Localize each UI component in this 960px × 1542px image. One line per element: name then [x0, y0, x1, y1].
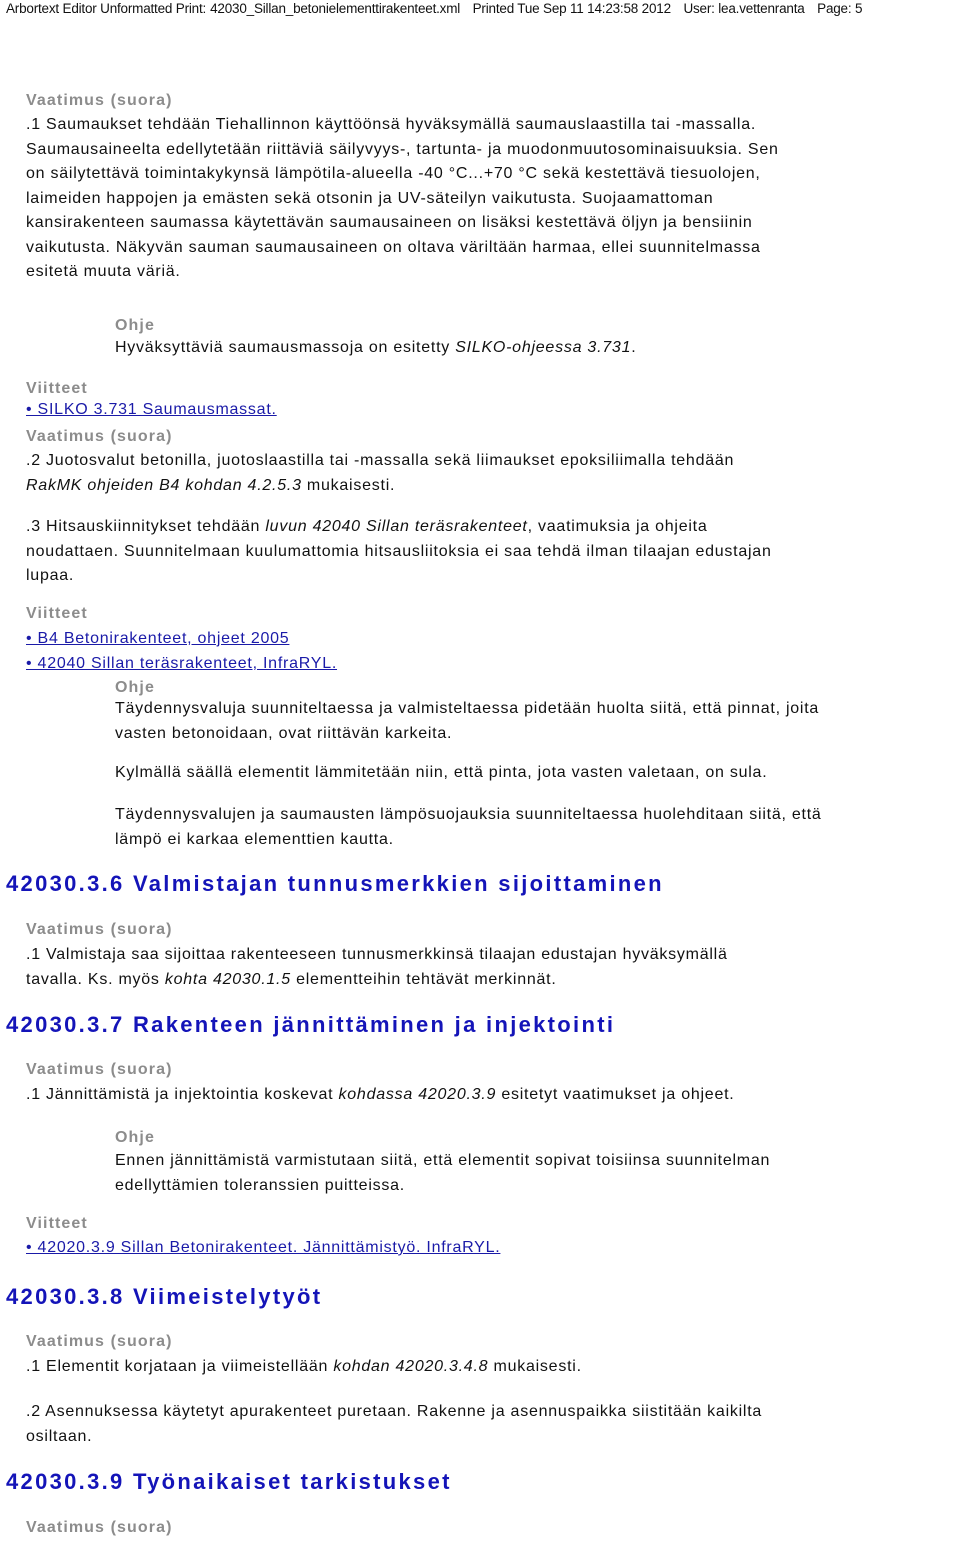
requirement-label: Vaatimus (suora)	[26, 1519, 173, 1536]
header-app: Arbortext Editor Unformatted Print:	[6, 1, 207, 16]
guidance-3-text: Täydennysvalujen ja saumausten lämpösuoj…	[115, 806, 822, 848]
requirement-text: .1 Valmistaja saa sijoittaa rakenteeseen…	[26, 946, 728, 988]
guidance-label: Ohje	[115, 679, 155, 696]
doc-reference: kohdassa 42020.3.9	[338, 1086, 497, 1103]
header-file: 42030_Sillan_betonielementtirakenteet.xm…	[210, 1, 461, 16]
requirement-1-text: .1 Saumaukset tehdään Tiehallinnon käytt…	[26, 116, 779, 280]
section-heading: 42030.3.8 Viimeistelytyöt	[6, 1284, 323, 1309]
guidance-1-text: Hyväksyttäviä saumausmassoja on esitetty…	[115, 339, 637, 356]
doc-reference: kohdan 42020.3.4.8	[333, 1358, 489, 1375]
references-label: Viitteet	[26, 605, 88, 622]
reference-link[interactable]: • B4 Betonirakenteet, ohjeet 2005	[26, 630, 289, 648]
header-page: Page: 5	[817, 1, 863, 16]
print-header: Arbortext Editor Unformatted Print: 42030…	[6, 1, 871, 16]
requirement-label: Vaatimus (suora)	[26, 921, 173, 938]
guidance-text: Ennen jännittämistä varmistutaan siitä, …	[115, 1152, 771, 1194]
section-heading: 42030.3.7 Rakenteen jännittäminen ja inj…	[6, 1012, 616, 1037]
guidance-3-text: Täydennysvaluja suunniteltaessa ja valmi…	[115, 700, 820, 742]
reference-link[interactable]: • 42040 Sillan teräsrakenteet, InfraRYL.	[26, 655, 337, 673]
references-label: Viitteet	[26, 380, 88, 397]
header-user: User: lea.vettenranta	[683, 1, 805, 16]
requirement-3-text: .3 Hitsauskiinnitykset tehdään luvun 420…	[26, 518, 772, 584]
section-heading: 42030.3.9 Työnaikaiset tarkistukset	[6, 1469, 452, 1494]
doc-reference: RakMK ohjeiden B4 kohdan 4.2.5.3	[26, 476, 302, 494]
section-heading: 42030.3.6 Valmistajan tunnusmerkkien sij…	[6, 871, 664, 896]
header-printed: Printed Tue Sep 11 14:23:58 2012	[472, 1, 671, 16]
requirement-label: Vaatimus (suora)	[26, 428, 173, 445]
references-label: Viitteet	[26, 1215, 88, 1232]
requirement-label: Vaatimus (suora)	[26, 92, 173, 109]
requirement-label: Vaatimus (suora)	[26, 1061, 173, 1078]
guidance-3-text: Kylmällä säällä elementit lämmitetään ni…	[115, 764, 768, 781]
requirement-text: .1 Jännittämistä ja injektointia koskeva…	[26, 1086, 735, 1103]
doc-reference: SILKO-ohjeessa 3.731	[455, 339, 632, 356]
reference-link[interactable]: • SILKO 3.731 Saumausmassat.	[26, 401, 277, 419]
requirement-text: .2 Asennuksessa käytetyt apurakenteet pu…	[26, 1403, 763, 1445]
reference-link[interactable]: • 42020.3.9 Sillan Betonirakenteet. Jänn…	[26, 1239, 500, 1257]
doc-reference: kohta 42030.1.5	[164, 970, 291, 988]
requirement-label: Vaatimus (suora)	[26, 1333, 173, 1350]
doc-reference: luvun 42040 Sillan teräsrakenteet	[265, 518, 528, 535]
requirement-text: .1 Elementit korjataan ja viimeistellään…	[26, 1358, 582, 1375]
requirement-2-text: .2 Juotosvalut betonilla, juotoslaastill…	[26, 452, 735, 494]
guidance-label: Ohje	[115, 317, 155, 334]
guidance-label: Ohje	[115, 1129, 155, 1146]
